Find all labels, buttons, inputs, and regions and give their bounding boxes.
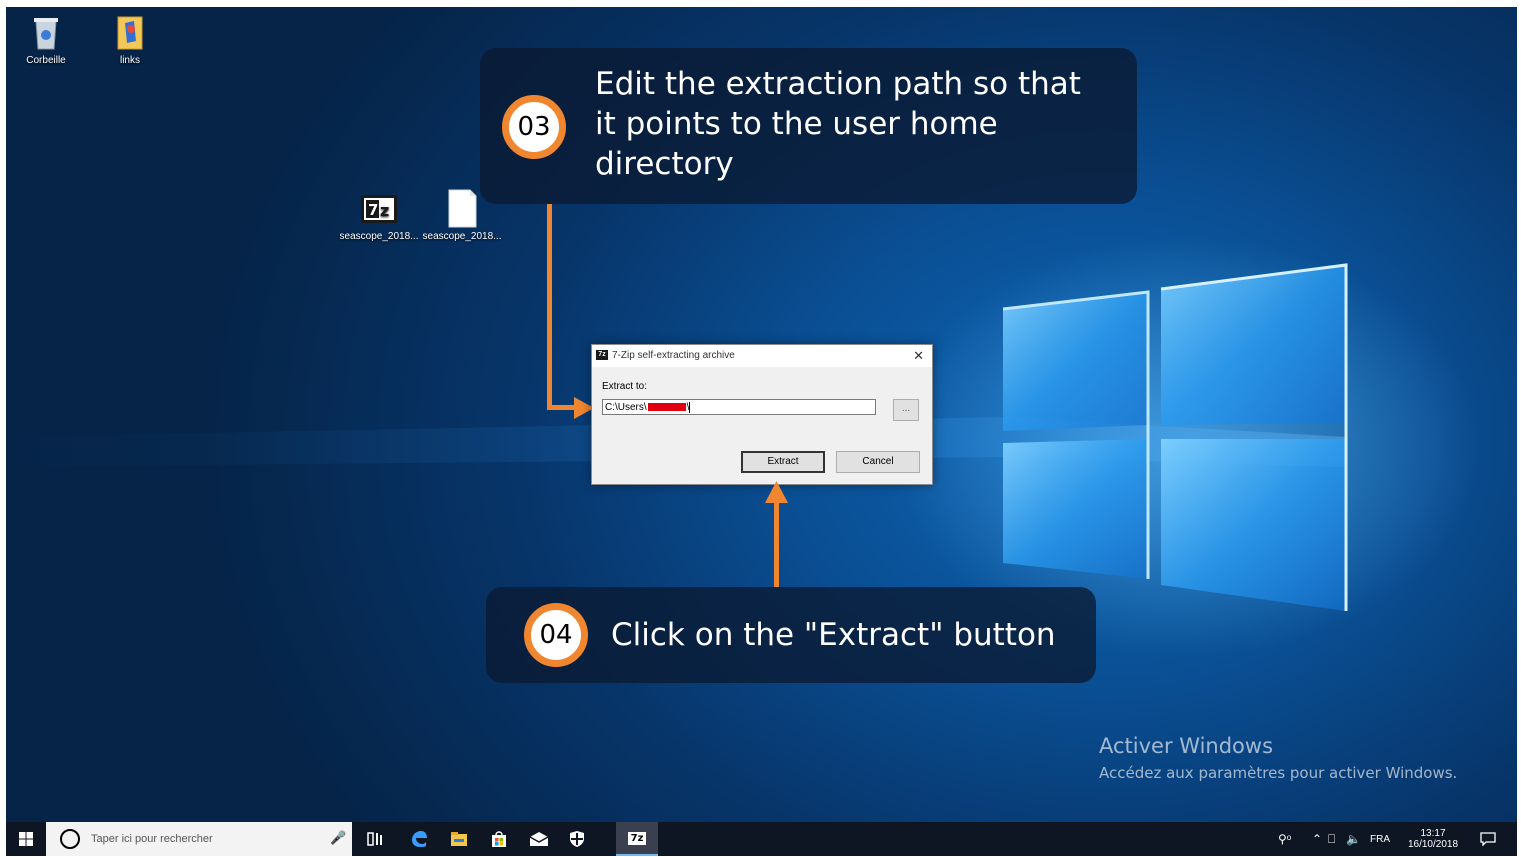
text-caret xyxy=(689,401,691,413)
taskbar-explorer-button[interactable] xyxy=(442,822,476,856)
volume-icon[interactable]: 🔈 xyxy=(1346,822,1361,856)
redacted-username xyxy=(647,403,686,412)
start-button[interactable] xyxy=(6,822,46,856)
arrow-step-04-head xyxy=(765,481,788,503)
callout-line: directory xyxy=(595,146,734,182)
taskbar-sevenzip-button[interactable]: 7z xyxy=(616,822,658,856)
callout-step-04-text: Click on the "Extract" button xyxy=(611,617,1056,653)
desktop-icon-recycle-bin[interactable]: Corbeille xyxy=(6,13,86,66)
shield-icon xyxy=(570,831,584,847)
folder-links-icon xyxy=(112,13,148,53)
cancel-button[interactable]: Cancel xyxy=(836,451,920,473)
microphone-icon[interactable]: 🎤 xyxy=(330,830,346,846)
taskbar-mail-button[interactable] xyxy=(522,822,556,856)
sevenzip-extract-dialog: 7z 7-Zip self-extracting archive ✕ Extra… xyxy=(591,344,933,485)
callout-step-04: 04 Click on the "Extract" button xyxy=(486,587,1096,683)
store-bag-icon xyxy=(492,831,506,847)
arrow-step-03-horizontal xyxy=(547,405,577,410)
windows-start-icon xyxy=(19,832,33,846)
callout-step-03-text: Edit the extraction path so that it poin… xyxy=(595,64,1081,184)
file-explorer-icon xyxy=(451,832,467,846)
desktop-icon-label: seascope_2018... xyxy=(339,231,419,242)
mail-icon xyxy=(529,832,549,846)
taskbar-store-button[interactable] xyxy=(482,822,516,856)
watermark-subtitle: Accédez aux paramètres pour activer Wind… xyxy=(1099,764,1458,782)
sevenzip-archive-icon: 7 z xyxy=(360,189,398,229)
svg-text:7: 7 xyxy=(368,201,378,219)
taskbar-defender-button[interactable] xyxy=(560,822,594,856)
taskbar: Taper ici pour rechercher 🎤 7z ⚲ᵒ ⌃ ⎕ 🔈 … xyxy=(6,822,1517,856)
clock-time: 13:17 xyxy=(1420,828,1446,839)
step-number-badge: 03 xyxy=(502,95,566,159)
search-placeholder: Taper ici pour rechercher xyxy=(91,833,213,845)
input-language-indicator[interactable]: FRA xyxy=(1370,822,1390,856)
desktop-icon-links[interactable]: links xyxy=(90,13,170,66)
task-view-icon xyxy=(367,832,382,846)
edge-browser-icon xyxy=(412,831,427,847)
dialog-titlebar[interactable]: 7z 7-Zip self-extracting archive ✕ xyxy=(592,345,932,367)
clock[interactable]: 13:17 16/10/2018 xyxy=(1403,822,1463,856)
desktop-icon-label: links xyxy=(119,55,140,66)
browse-button[interactable]: ... xyxy=(893,399,919,421)
callout-line: it points to the user home xyxy=(595,106,998,142)
desktop-icon-seascope-archive[interactable]: 7 z seascope_2018... xyxy=(339,189,419,242)
callout-line: Edit the extraction path so that xyxy=(595,66,1081,102)
svg-text:z: z xyxy=(380,201,389,220)
people-icon[interactable]: ⚲ᵒ xyxy=(1278,822,1291,856)
callout-step-03: 03 Edit the extraction path so that it p… xyxy=(480,48,1137,204)
watermark-title: Activer Windows xyxy=(1099,734,1274,758)
taskbar-search-box[interactable]: Taper ici pour rechercher 🎤 xyxy=(46,822,352,856)
network-icon[interactable]: ⎕ xyxy=(1328,822,1335,856)
desktop: Corbeille links 7 z seascope_2018... sea… xyxy=(6,7,1517,856)
cortana-icon xyxy=(60,829,80,849)
sevenzip-app-icon: 7z xyxy=(596,350,608,360)
arrow-step-03-vertical xyxy=(547,204,552,410)
notification-center-icon[interactable] xyxy=(1480,822,1496,856)
taskbar-edge-button[interactable] xyxy=(402,822,436,856)
close-icon[interactable]: ✕ xyxy=(913,348,924,364)
recycle-bin-icon xyxy=(28,13,64,53)
desktop-icon-label: seascope_2018... xyxy=(422,231,502,242)
path-prefix: C:\Users\ xyxy=(605,402,647,413)
activate-windows-watermark: Activer Windows Accédez aux paramètres p… xyxy=(1099,734,1457,782)
dialog-title: 7-Zip self-extracting archive xyxy=(612,350,735,361)
desktop-icon-label: Corbeille xyxy=(26,55,66,66)
extract-to-label: Extract to: xyxy=(602,381,648,392)
document-file-icon xyxy=(444,189,480,229)
task-view-button[interactable] xyxy=(358,822,392,856)
clock-date: 16/10/2018 xyxy=(1407,839,1459,850)
step-number-badge: 04 xyxy=(524,603,588,667)
arrow-step-04-vertical xyxy=(774,501,779,587)
sevenzip-app-icon: 7z xyxy=(627,831,647,845)
chevron-up-icon[interactable]: ⌃ xyxy=(1312,822,1322,856)
extract-button[interactable]: Extract xyxy=(741,451,825,473)
extraction-path-input[interactable]: C:\Users\ \ xyxy=(602,399,876,415)
